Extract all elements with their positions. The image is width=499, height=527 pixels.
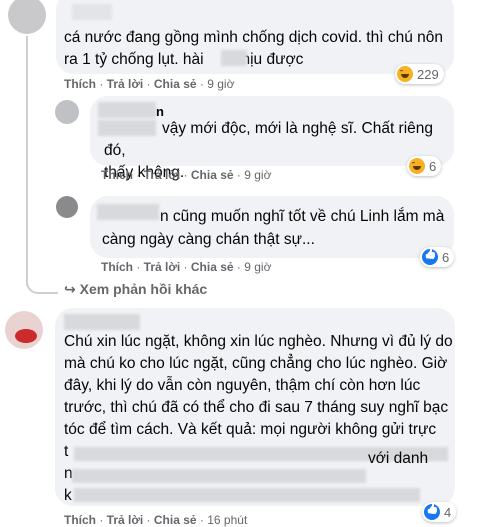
share-link[interactable]: Chia sẻ — [191, 260, 234, 274]
like-link[interactable]: Thích — [101, 260, 133, 274]
reaction-summary[interactable]: 4 — [422, 502, 457, 522]
like-link[interactable]: Thích — [101, 168, 133, 182]
haha-reaction-icon — [397, 66, 413, 82]
reply-link[interactable]: Trả lời — [144, 168, 181, 182]
reply-link[interactable]: Trả lời — [144, 260, 181, 274]
thread-line — [26, 36, 28, 286]
reaction-count: 6 — [442, 249, 450, 265]
comment-actions: Thích · Trả lời · Chia sẻ · 9 giờ — [64, 77, 235, 91]
reaction-summary[interactable]: 229 — [395, 64, 444, 84]
comment-actions: Thích · Trả lời · Chia sẻ · 9 giờ — [101, 168, 272, 182]
more-replies-label[interactable]: Xem phản hồi khác — [80, 281, 208, 297]
like-link[interactable]: Thích — [64, 513, 96, 527]
blurred-word — [221, 50, 247, 66]
reaction-summary[interactable]: 6 — [407, 156, 442, 176]
timestamp[interactable]: 9 giờ — [207, 77, 234, 91]
like-reaction-icon — [424, 504, 440, 520]
avatar[interactable] — [5, 311, 43, 349]
text-fragment: k — [64, 487, 72, 504]
thread-connector — [26, 280, 58, 294]
reply-link[interactable]: Trả lời — [107, 513, 144, 527]
blurred-text — [74, 488, 420, 502]
more-replies-link[interactable]: ↪ Xem phản hồi khác — [64, 281, 207, 298]
avatar[interactable] — [55, 100, 79, 124]
comment-text: cá nước đang gồng mình chống dịch covid.… — [64, 29, 444, 68]
text-fragment: t — [64, 443, 69, 460]
comment-text-line-2: càng ngày càng chán thật sự... — [102, 231, 315, 248]
avatar[interactable] — [56, 196, 78, 218]
timestamp[interactable]: 9 giờ — [244, 260, 271, 274]
comment-text-line-1: n cũng muốn nghĩ tốt về chú Linh lắm mà — [160, 208, 445, 225]
reply-link[interactable]: Trả lời — [107, 77, 144, 91]
like-link[interactable]: Thích — [64, 77, 96, 91]
timestamp[interactable]: 16 phút — [207, 513, 247, 527]
reaction-count: 229 — [417, 66, 439, 82]
comment-actions: Thích · Trả lời · Chia sẻ · 16 phút — [64, 513, 248, 527]
avatar-badge — [15, 329, 37, 343]
timestamp[interactable]: 9 giờ — [244, 168, 271, 182]
share-link[interactable]: Chia sẻ — [191, 168, 234, 182]
comment-actions: Thích · Trả lời · Chia sẻ · 9 giờ — [101, 260, 272, 274]
blurred-text — [72, 469, 366, 483]
reaction-count: 6 — [429, 158, 437, 174]
reaction-count: 4 — [444, 504, 452, 520]
blurred-author-name — [98, 102, 156, 118]
blurred-author-name — [97, 204, 159, 220]
text-fragment: với danh — [368, 450, 429, 467]
share-link[interactable]: Chia sẻ — [154, 513, 197, 527]
haha-reaction-icon — [409, 158, 425, 174]
reply-arrow-icon: ↪ — [64, 281, 76, 297]
like-reaction-icon — [422, 249, 438, 265]
reaction-summary[interactable]: 6 — [420, 247, 455, 267]
avatar[interactable] — [8, 0, 46, 34]
comment-text: Chú xin lúc ngặt, không xin lúc nghèo. N… — [64, 333, 453, 438]
blurred-author-name — [64, 314, 140, 330]
share-link[interactable]: Chia sẻ — [154, 77, 197, 91]
blurred-author-name — [72, 4, 112, 20]
